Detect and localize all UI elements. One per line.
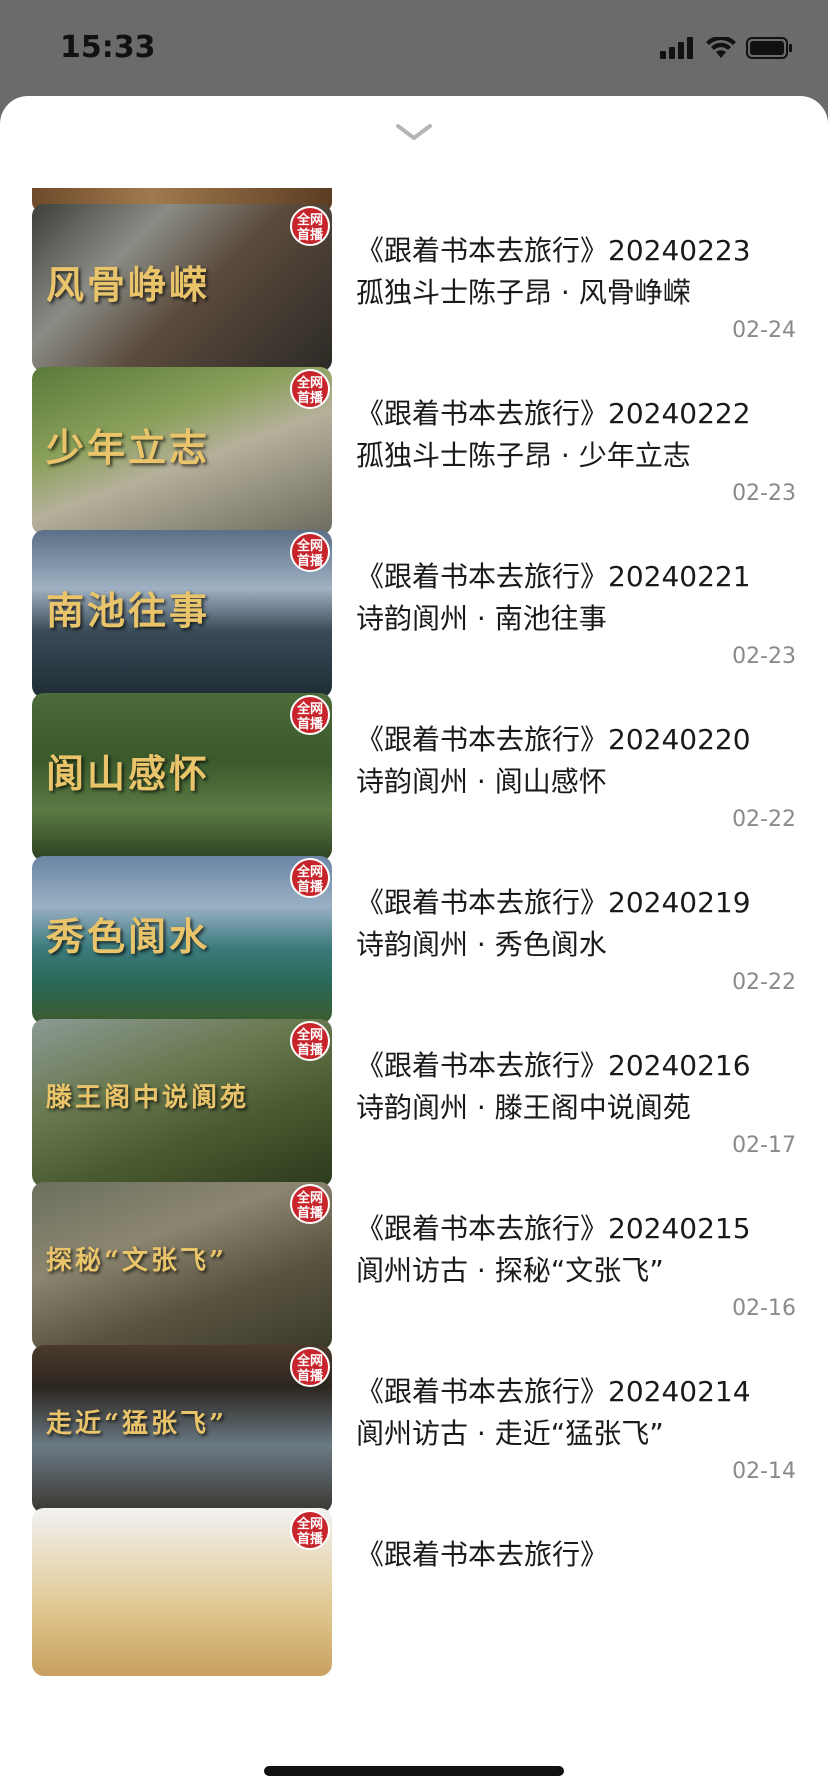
thumbnail-overlay-title: 阆山感怀: [46, 751, 211, 796]
item-date: 02-16: [732, 1296, 796, 1321]
item-title: 《跟着书本去旅行》: [356, 1538, 609, 1571]
item-subtitle: 诗韵阆州 · 秀色阆水: [356, 928, 607, 961]
badge-line-1: 全网: [296, 1517, 323, 1532]
item-subtitle: 阆州访古 · 走近“猛张飞”: [356, 1417, 664, 1450]
item-title: 《跟着书本去旅行》20240216: [356, 1049, 751, 1082]
premiere-badge: 全网 首播: [290, 532, 330, 572]
battery-icon: [746, 37, 792, 59]
premiere-badge: 全网 首播: [290, 206, 330, 246]
video-thumbnail[interactable]: 南池往事 全网 首播: [32, 530, 332, 698]
badge-line-1: 全网: [296, 1354, 323, 1369]
video-thumbnail[interactable]: 滕王阁中说阆苑 全网 首播: [32, 1019, 332, 1187]
premiere-badge: 全网 首播: [290, 369, 330, 409]
item-subtitle: 诗韵阆州 · 南池往事: [356, 602, 607, 635]
item-date: 02-14: [732, 1459, 796, 1484]
list-item[interactable]: 探秘“文张飞” 全网 首播 《跟着书本去旅行》20240215 阆州访古 · 探秘“文张…: [0, 1182, 828, 1352]
premiere-badge: 全网 首播: [290, 1510, 330, 1550]
badge-line-2: 首播: [296, 391, 323, 406]
status-bar: 15:33: [0, 0, 828, 96]
status-icons: [660, 36, 794, 60]
list-item[interactable]: 阆山感怀 全网 首播 《跟着书本去旅行》20240220 诗韵阆州 · 阆山感怀 02-2…: [0, 693, 828, 863]
bottom-sheet: 风骨峥嵘 全网 首播 《跟着书本去旅行》20240223 孤独斗士陈子昂 · 风骨峥嵘 0…: [0, 96, 828, 1792]
item-date: 02-23: [732, 644, 796, 669]
list-item[interactable]: 少年立志 全网 首播 《跟着书本去旅行》20240222 孤独斗士陈子昂 · 少年立志 0…: [0, 367, 828, 537]
item-subtitle: 阆州访古 · 探秘“文张飞”: [356, 1254, 664, 1287]
item-subtitle: 诗韵阆州 · 阆山感怀: [356, 765, 607, 798]
video-thumbnail[interactable]: 阆山感怀 全网 首播: [32, 693, 332, 861]
premiere-badge: 全网 首播: [290, 858, 330, 898]
item-subtitle: 诗韵阆州 · 滕王阁中说阆苑: [356, 1091, 691, 1124]
video-thumbnail[interactable]: 探秘“文张飞” 全网 首播: [32, 1182, 332, 1350]
video-thumbnail[interactable]: 少年立志 全网 首播: [32, 367, 332, 535]
home-indicator: [264, 1766, 564, 1776]
item-title: 《跟着书本去旅行》20240214: [356, 1375, 751, 1408]
badge-line-2: 首播: [296, 1043, 323, 1058]
list-item[interactable]: 南池往事 全网 首播 《跟着书本去旅行》20240221 诗韵阆州 · 南池往事 02-2…: [0, 530, 828, 700]
item-title: 《跟着书本去旅行》20240215: [356, 1212, 751, 1245]
item-date: 02-22: [732, 970, 796, 995]
badge-line-1: 全网: [296, 213, 323, 228]
item-title: 《跟着书本去旅行》20240222: [356, 397, 751, 430]
item-date: 02-22: [732, 807, 796, 832]
list-item[interactable]: 走近“猛张飞” 全网 首播 《跟着书本去旅行》20240214 阆州访古 · 走近“猛张…: [0, 1345, 828, 1515]
badge-line-1: 全网: [296, 865, 323, 880]
badge-line-2: 首播: [296, 554, 323, 569]
item-date: 02-17: [732, 1133, 796, 1158]
badge-line-1: 全网: [296, 539, 323, 554]
thumbnail-overlay-title: 探秘“文张飞”: [46, 1246, 227, 1276]
thumbnail-overlay-title: 少年立志: [46, 425, 211, 470]
badge-line-2: 首播: [296, 1532, 323, 1547]
premiere-badge: 全网 首播: [290, 1347, 330, 1387]
signal-icon: [660, 37, 693, 59]
status-time: 15:33: [60, 30, 156, 65]
thumbnail-overlay-title: 南池往事: [46, 588, 211, 633]
video-thumbnail[interactable]: 全网 首播: [32, 1508, 332, 1676]
badge-line-2: 首播: [296, 880, 323, 895]
video-thumbnail[interactable]: 走近“猛张飞” 全网 首播: [32, 1345, 332, 1513]
premiere-badge: 全网 首播: [290, 1021, 330, 1061]
item-date: 02-23: [732, 481, 796, 506]
list-item[interactable]: 秀色阆水 全网 首播 《跟着书本去旅行》20240219 诗韵阆州 · 秀色阆水 02-2…: [0, 856, 828, 1026]
item-title: 《跟着书本去旅行》20240220: [356, 723, 751, 756]
badge-line-1: 全网: [296, 376, 323, 391]
list-item[interactable]: 全网 首播 《跟着书本去旅行》: [0, 1508, 828, 1678]
list-item[interactable]: 风骨峥嵘 全网 首播 《跟着书本去旅行》20240223 孤独斗士陈子昂 · 风骨峥嵘 0…: [0, 204, 828, 374]
chevron-down-icon[interactable]: [392, 120, 436, 144]
item-date: 02-24: [732, 318, 796, 343]
premiere-badge: 全网 首播: [290, 695, 330, 735]
badge-line-2: 首播: [296, 228, 323, 243]
premiere-badge: 全网 首播: [290, 1184, 330, 1224]
item-title: 《跟着书本去旅行》20240219: [356, 886, 751, 919]
badge-line-2: 首播: [296, 717, 323, 732]
thumbnail-overlay-title: 秀色阆水: [46, 914, 211, 959]
video-thumbnail[interactable]: 秀色阆水 全网 首播: [32, 856, 332, 1024]
video-thumbnail[interactable]: 风骨峥嵘 全网 首播: [32, 204, 332, 372]
thumbnail-overlay-title: 滕王阁中说阆苑: [46, 1083, 250, 1113]
wifi-icon: [706, 37, 736, 58]
thumbnail-overlay-title: 走近“猛张飞”: [46, 1409, 227, 1439]
badge-line-1: 全网: [296, 1028, 323, 1043]
item-subtitle: 孤独斗士陈子昂 · 少年立志: [356, 439, 691, 472]
item-title: 《跟着书本去旅行》20240221: [356, 560, 751, 593]
badge-line-1: 全网: [296, 702, 323, 717]
list-item[interactable]: 滕王阁中说阆苑 全网 首播 《跟着书本去旅行》20240216 诗韵阆州 · 滕王阁中说…: [0, 1019, 828, 1189]
item-subtitle: 孤独斗士陈子昂 · 风骨峥嵘: [356, 276, 691, 309]
badge-line-1: 全网: [296, 1191, 323, 1206]
item-title: 《跟着书本去旅行》20240223: [356, 234, 751, 267]
thumbnail-overlay-title: 风骨峥嵘: [46, 262, 211, 307]
badge-line-2: 首播: [296, 1369, 323, 1384]
badge-line-2: 首播: [296, 1206, 323, 1221]
